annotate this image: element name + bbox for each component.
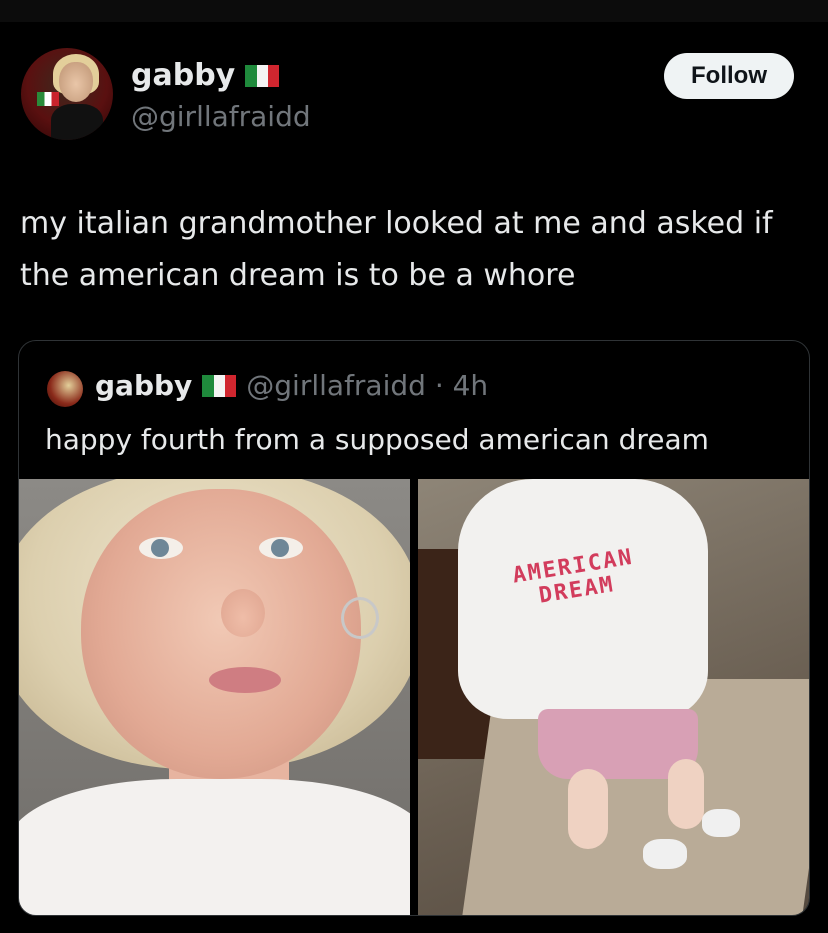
photo-eye-left [139, 537, 183, 559]
photo-eye-right [259, 537, 303, 559]
author-name[interactable]: gabby [131, 58, 235, 93]
quoted-avatar[interactable] [47, 371, 83, 407]
photo-shoe-left [643, 839, 687, 869]
top-bar [0, 0, 828, 22]
italy-flag-icon [202, 374, 237, 397]
author-avatar[interactable] [21, 48, 113, 140]
photo-lips [209, 667, 281, 693]
avatar-face [59, 62, 93, 102]
author-handle[interactable]: @girllafraidd [131, 100, 311, 133]
photo-shoe-right [702, 809, 740, 837]
photo-shirt [19, 779, 410, 915]
avatar-body [51, 104, 103, 140]
quoted-tweet-text: happy fourth from a supposed american dr… [45, 423, 709, 456]
photo-nose [221, 589, 265, 637]
photo-leg-right [668, 759, 704, 829]
author-name-row[interactable]: gabby [131, 58, 280, 93]
photo-face [81, 489, 361, 779]
follow-button[interactable]: Follow [664, 53, 794, 99]
italy-flag-icon [245, 64, 280, 87]
photo-earring [341, 597, 379, 639]
quoted-tweet-card[interactable]: gabby @girllafraidd · 4h happy fourth fr… [18, 340, 810, 916]
photo-outfit[interactable]: AMERICAN DREAM [418, 479, 809, 915]
quoted-author-name[interactable]: gabby [95, 369, 192, 402]
photo-leg-left [568, 769, 608, 849]
quoted-handle-time: @girllafraidd · 4h [246, 369, 489, 402]
photo-selfie[interactable] [19, 479, 410, 915]
avatar-flag-icon [37, 92, 59, 106]
quoted-header: gabby @girllafraidd · 4h [95, 369, 488, 402]
tweet-text: my italian grandmother looked at me and … [20, 206, 773, 293]
